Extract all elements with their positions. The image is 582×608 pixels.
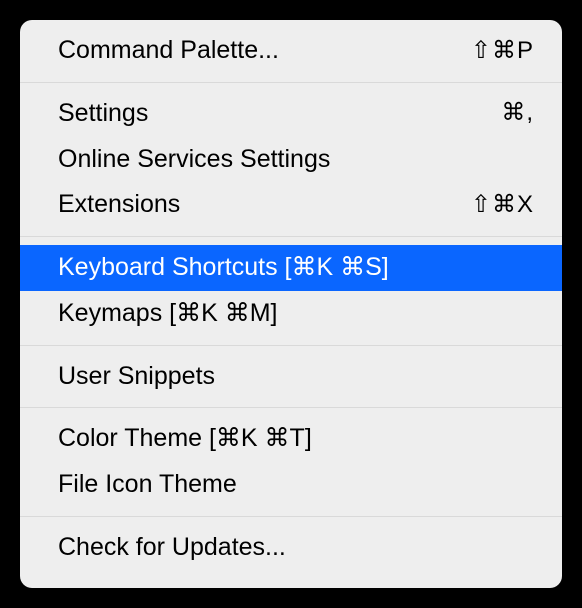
menu-item-label: Color Theme [⌘K ⌘T] bbox=[58, 422, 312, 456]
menu-item-shortcut: ⇧⌘X bbox=[471, 189, 534, 221]
menu-item-online-services-settings[interactable]: Online Services Settings bbox=[20, 137, 562, 183]
menu-item-check-for-updates[interactable]: Check for Updates... bbox=[20, 525, 562, 571]
menu-separator bbox=[20, 516, 562, 517]
menu-separator bbox=[20, 345, 562, 346]
menu-item-label: Keymaps [⌘K ⌘M] bbox=[58, 297, 278, 331]
menu-item-color-theme[interactable]: Color Theme [⌘K ⌘T] bbox=[20, 416, 562, 462]
menu-item-shortcut: ⌘, bbox=[501, 97, 534, 129]
menu-item-label: Settings bbox=[58, 97, 148, 131]
menu-item-label: User Snippets bbox=[58, 360, 215, 394]
context-menu: Command Palette... ⇧⌘P Settings ⌘, Onlin… bbox=[20, 20, 562, 588]
menu-item-shortcut: ⇧⌘P bbox=[471, 35, 534, 67]
menu-item-label: Keyboard Shortcuts [⌘K ⌘S] bbox=[58, 251, 389, 285]
menu-item-extensions[interactable]: Extensions ⇧⌘X bbox=[20, 182, 562, 228]
menu-item-label: Check for Updates... bbox=[58, 531, 286, 565]
menu-item-label: Extensions bbox=[58, 188, 180, 222]
menu-item-file-icon-theme[interactable]: File Icon Theme bbox=[20, 462, 562, 508]
menu-item-settings[interactable]: Settings ⌘, bbox=[20, 91, 562, 137]
menu-item-label: File Icon Theme bbox=[58, 468, 237, 502]
menu-item-command-palette[interactable]: Command Palette... ⇧⌘P bbox=[20, 28, 562, 74]
menu-separator bbox=[20, 82, 562, 83]
menu-item-label: Online Services Settings bbox=[58, 143, 330, 177]
menu-item-label: Command Palette... bbox=[58, 34, 279, 68]
menu-item-user-snippets[interactable]: User Snippets bbox=[20, 354, 562, 400]
menu-separator bbox=[20, 407, 562, 408]
menu-item-keyboard-shortcuts[interactable]: Keyboard Shortcuts [⌘K ⌘S] bbox=[20, 245, 562, 291]
menu-separator bbox=[20, 236, 562, 237]
menu-item-keymaps[interactable]: Keymaps [⌘K ⌘M] bbox=[20, 291, 562, 337]
